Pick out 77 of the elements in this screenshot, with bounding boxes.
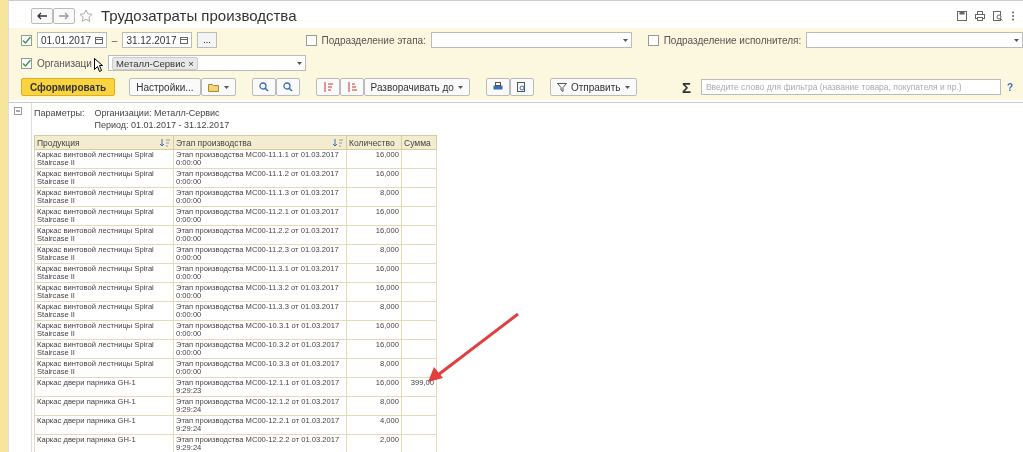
search-icon [258, 82, 269, 92]
stage-division-field[interactable] [430, 32, 633, 48]
date-from-field[interactable]: 01.01.2017 [37, 32, 107, 48]
table-cell [401, 149, 437, 169]
params-line: Организации: Металл-Сервис [94, 108, 221, 118]
checkbox[interactable] [21, 57, 32, 69]
preview-icon [516, 82, 527, 92]
calendar-icon[interactable] [180, 36, 189, 44]
search-icon[interactable] [993, 10, 1003, 21]
sort-icon[interactable] [160, 138, 171, 147]
table-cell [401, 187, 437, 207]
checkbox[interactable] [305, 34, 317, 46]
table-cell [401, 415, 437, 435]
table-cell [401, 396, 437, 416]
date-to-field[interactable]: 31.12.2017 [122, 32, 193, 48]
sort-icon[interactable] [333, 138, 344, 147]
help-link[interactable]: ? [1006, 81, 1013, 93]
find-next-button[interactable] [275, 78, 300, 96]
cursor-icon [93, 58, 103, 72]
expand-to-button[interactable]: Разворачивать до [363, 78, 470, 96]
field-label: Подразделение этапа: [321, 34, 426, 46]
column-header[interactable]: Этап производства [173, 135, 347, 150]
checkbox[interactable] [647, 34, 659, 46]
executor-division-field[interactable] [806, 32, 1023, 48]
caret-icon [296, 61, 302, 65]
print-icon[interactable] [975, 10, 985, 21]
organization-field[interactable]: Металл-Сервис × [107, 55, 306, 71]
field-label: Подразделение исполнителя: [663, 34, 802, 46]
search-icon [282, 82, 293, 92]
collapse-button[interactable] [315, 78, 340, 96]
generate-button[interactable]: Сформировать [21, 78, 116, 96]
back-arrow-icon [37, 11, 47, 20]
table-cell [401, 263, 437, 283]
send-button[interactable]: Отправить [549, 78, 637, 96]
table-cell [401, 244, 437, 264]
expand-list-icon [346, 82, 357, 92]
back-button[interactable] [31, 7, 53, 24]
caret-icon [624, 85, 630, 89]
variants-button[interactable] [200, 78, 236, 96]
calendar-icon[interactable] [94, 36, 103, 44]
table-cell [401, 225, 437, 245]
table-cell [401, 168, 437, 188]
params-label: Параметры: [34, 108, 85, 120]
settings-button[interactable]: Настройки... [129, 78, 201, 96]
expand-button[interactable] [339, 78, 364, 96]
checkbox[interactable] [21, 34, 32, 46]
funnel-icon [556, 82, 567, 92]
folder-icon [207, 82, 220, 92]
caret-icon [457, 85, 463, 89]
caret-icon [223, 85, 229, 89]
column-header[interactable]: Продукция [34, 135, 174, 150]
period-button[interactable]: ... [197, 32, 217, 48]
table-cell [401, 339, 437, 359]
date-separator: – [111, 34, 118, 46]
save-icon[interactable] [957, 10, 967, 21]
column-header[interactable]: Количество [346, 135, 402, 150]
table-cell [401, 320, 437, 340]
filter-search-field[interactable]: Введите слово для фильтра (название товара, покупателя и пр.) [700, 79, 1001, 95]
table-cell [401, 282, 437, 302]
more-icon[interactable] [1011, 10, 1015, 21]
sum-symbol[interactable]: Σ [681, 78, 691, 96]
field-label: Организаци [37, 57, 92, 69]
forward-arrow-icon [59, 11, 69, 20]
window-title: Трудозатраты производства [101, 7, 297, 24]
collapse-list-icon [322, 82, 333, 92]
table-cell [401, 206, 437, 226]
params-line: Период: 01.01.2017 - 31.12.2017 [94, 120, 230, 130]
caret-icon [623, 38, 629, 42]
preview-button[interactable] [509, 78, 534, 96]
table-cell [401, 301, 437, 321]
collapse-icon[interactable] [14, 107, 22, 115]
star-icon[interactable] [79, 8, 93, 23]
print-icon [492, 82, 503, 92]
find-button[interactable] [251, 78, 276, 96]
column-header[interactable]: Сумма [401, 135, 437, 150]
print-button[interactable] [485, 78, 510, 96]
caret-icon [1014, 38, 1020, 42]
